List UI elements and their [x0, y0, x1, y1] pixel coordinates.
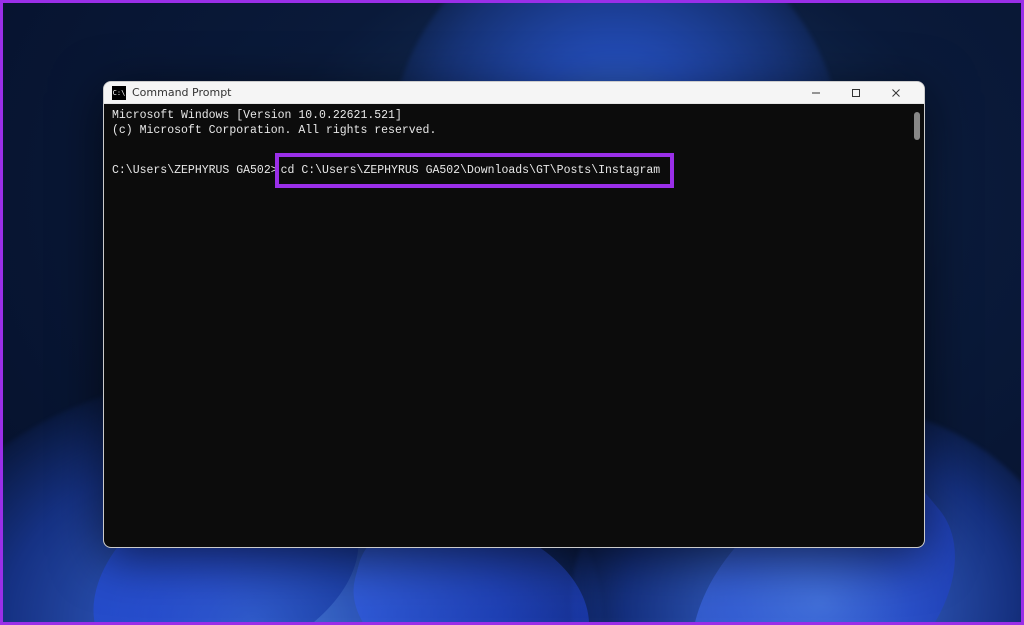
- minimize-button[interactable]: [796, 82, 836, 104]
- terminal-area[interactable]: Microsoft Windows [Version 10.0.22621.52…: [104, 104, 924, 547]
- close-button[interactable]: [876, 82, 916, 104]
- cmd-icon: C:\: [112, 86, 126, 100]
- terminal-prompt-line: C:\Users\ZEPHYRUS GA502>cd C:\Users\ZEPH…: [112, 153, 924, 188]
- command-prompt-window[interactable]: C:\ Command Prompt Microsoft Windows [Ve…: [103, 81, 925, 548]
- title-bar[interactable]: C:\ Command Prompt: [104, 82, 924, 104]
- maximize-button[interactable]: [836, 82, 876, 104]
- scrollbar-thumb[interactable]: [914, 112, 920, 140]
- screenshot-frame: C:\ Command Prompt Microsoft Windows [Ve…: [0, 0, 1024, 625]
- prompt-text: C:\Users\ZEPHYRUS GA502>: [112, 163, 278, 178]
- highlighted-command: cd C:\Users\ZEPHYRUS GA502\Downloads\GT\…: [275, 153, 675, 188]
- window-title: Command Prompt: [132, 86, 796, 99]
- terminal-output-line: (c) Microsoft Corporation. All rights re…: [112, 123, 924, 138]
- terminal-output-line: Microsoft Windows [Version 10.0.22621.52…: [112, 108, 924, 123]
- window-controls: [796, 82, 916, 104]
